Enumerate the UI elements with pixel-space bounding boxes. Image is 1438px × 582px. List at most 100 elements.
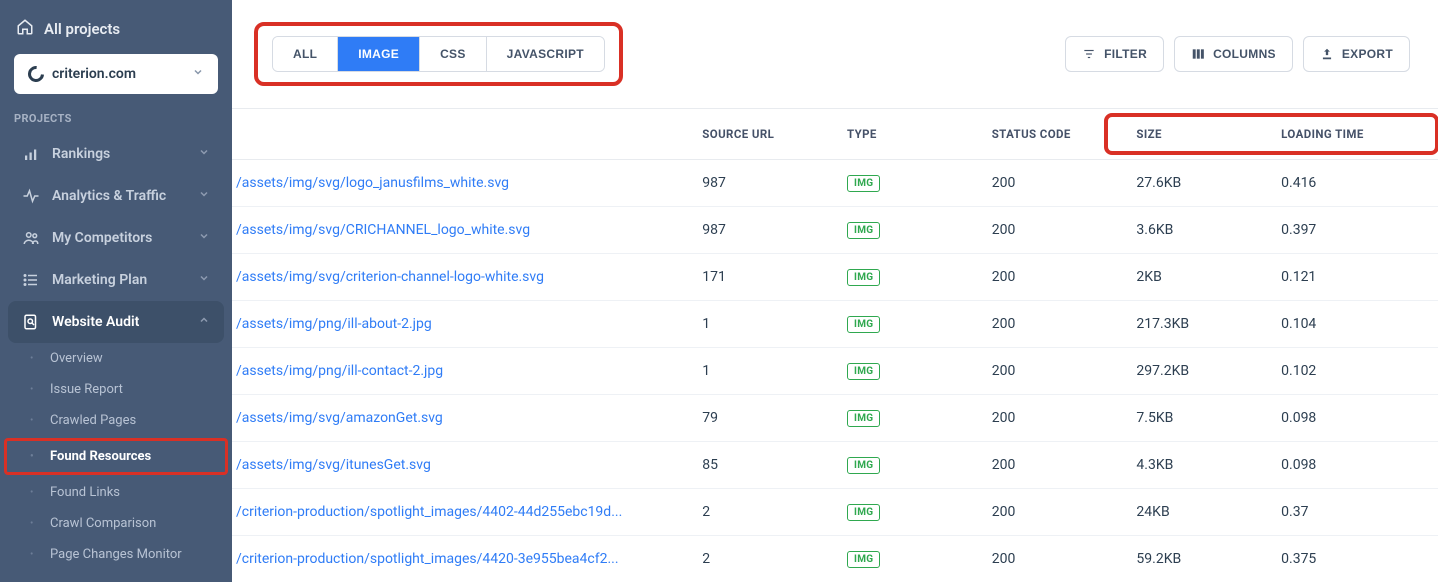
sidebar-item-label: Rankings: [52, 146, 110, 162]
people-icon: [22, 229, 40, 247]
chevron-down-icon: [198, 188, 210, 204]
cell-source-url: 85: [690, 442, 835, 489]
cell-source-url: 171: [690, 254, 835, 301]
cell-loading-time: 0.37: [1269, 489, 1438, 536]
type-badge: IMG: [847, 457, 880, 474]
bars-icon: [22, 145, 40, 163]
cell-loading-time: 0.102: [1269, 348, 1438, 395]
cell-size: 3.6KB: [1124, 207, 1269, 254]
col-source-url[interactable]: SOURCE URL: [690, 109, 835, 160]
cell-loading-time: 0.104: [1269, 301, 1438, 348]
cell-loading-time: 0.375: [1269, 536, 1438, 582]
resource-link[interactable]: /criterion-production/spotlight_images/4…: [236, 551, 619, 567]
sidebar-subitem-found-resources[interactable]: Found Resources: [7, 441, 225, 472]
cell-status: 200: [980, 160, 1125, 207]
sidebar-subitem-found-links[interactable]: Found Links: [0, 477, 232, 508]
table-row[interactable]: /assets/img/svg/logo_janusfilms_white.sv…: [232, 160, 1438, 207]
table-container[interactable]: SOURCE URL TYPE STATUS CODE SIZE LOADING…: [232, 109, 1438, 582]
chevron-down-icon: [198, 146, 210, 162]
table-row[interactable]: /assets/img/png/ill-about-2.jpg1IMG20021…: [232, 301, 1438, 348]
type-badge: IMG: [847, 222, 880, 239]
type-badge: IMG: [847, 175, 880, 192]
main-content: ALLIMAGECSSJAVASCRIPT FILTER COLUMNS: [232, 0, 1438, 582]
col-loading-time[interactable]: LOADING TIME: [1269, 109, 1438, 160]
resource-link[interactable]: /assets/img/png/ill-contact-2.jpg: [236, 363, 443, 379]
sidebar-item-analytics-traffic[interactable]: Analytics & Traffic: [8, 175, 224, 217]
sidebar-item-my-competitors[interactable]: My Competitors: [8, 217, 224, 259]
resource-link[interactable]: /assets/img/svg/itunesGet.svg: [236, 457, 431, 473]
table-row[interactable]: /criterion-production/spotlight_images/4…: [232, 489, 1438, 536]
export-button[interactable]: EXPORT: [1303, 36, 1410, 72]
filter-label: FILTER: [1104, 47, 1147, 61]
cell-size: 4.3KB: [1124, 442, 1269, 489]
cell-size: 24KB: [1124, 489, 1269, 536]
resource-link[interactable]: /assets/img/svg/criterion-channel-logo-w…: [236, 269, 544, 285]
project-name: criterion.com: [52, 66, 136, 82]
resource-link[interactable]: /assets/img/png/ill-about-2.jpg: [236, 316, 432, 332]
cell-source-url: 79: [690, 395, 835, 442]
cell-status: 200: [980, 536, 1125, 582]
table-row[interactable]: /assets/img/svg/amazonGet.svg79IMG2007.5…: [232, 395, 1438, 442]
table-row[interactable]: /assets/img/png/ill-contact-2.jpg1IMG200…: [232, 348, 1438, 395]
sidebar-item-label: Analytics & Traffic: [52, 188, 166, 204]
cell-status: 200: [980, 207, 1125, 254]
list-icon: [22, 271, 40, 289]
cell-resource: /assets/img/png/ill-contact-2.jpg: [232, 348, 690, 395]
cell-loading-time: 0.098: [1269, 442, 1438, 489]
sidebar-item-rankings[interactable]: Rankings: [8, 133, 224, 175]
cell-source-url: 2: [690, 536, 835, 582]
all-projects-link[interactable]: All projects: [0, 12, 232, 54]
cell-size: 2KB: [1124, 254, 1269, 301]
search-page-icon: [22, 313, 40, 331]
table-row[interactable]: /assets/img/svg/criterion-channel-logo-w…: [232, 254, 1438, 301]
sidebar-subitem-crawl-comparison[interactable]: Crawl Comparison: [0, 508, 232, 539]
sidebar: All projects criterion.com PROJECTS Rank…: [0, 0, 232, 582]
cell-size: 7.5KB: [1124, 395, 1269, 442]
col-type[interactable]: TYPE: [835, 109, 980, 160]
cell-size: 27.6KB: [1124, 160, 1269, 207]
table-row[interactable]: /assets/img/svg/itunesGet.svg85IMG2004.3…: [232, 442, 1438, 489]
cell-status: 200: [980, 395, 1125, 442]
type-badge: IMG: [847, 504, 880, 521]
project-logo-icon: [25, 63, 48, 86]
filter-button[interactable]: FILTER: [1065, 36, 1164, 72]
cell-resource: /assets/img/svg/logo_janusfilms_white.sv…: [232, 160, 690, 207]
tab-javascript[interactable]: JAVASCRIPT: [487, 37, 604, 71]
cell-type: IMG: [835, 442, 980, 489]
sidebar-item-marketing-plan[interactable]: Marketing Plan: [8, 259, 224, 301]
cell-source-url: 987: [690, 207, 835, 254]
col-size[interactable]: SIZE: [1124, 109, 1269, 160]
tab-all[interactable]: ALL: [273, 37, 338, 71]
project-selector[interactable]: criterion.com: [14, 54, 218, 94]
sidebar-item-label: My Competitors: [52, 230, 152, 246]
resource-link[interactable]: /assets/img/svg/CRICHANNEL_logo_white.sv…: [236, 222, 530, 238]
cell-source-url: 1: [690, 348, 835, 395]
projects-section-label: PROJECTS: [0, 112, 232, 133]
sidebar-subitem-crawled-pages[interactable]: Crawled Pages: [0, 405, 232, 436]
tab-image[interactable]: IMAGE: [338, 37, 420, 71]
sidebar-subitem-overview[interactable]: Overview: [0, 343, 232, 374]
sidebar-subitem-issue-report[interactable]: Issue Report: [0, 374, 232, 405]
cell-resource: /criterion-production/spotlight_images/4…: [232, 489, 690, 536]
cell-type: IMG: [835, 207, 980, 254]
col-status-code[interactable]: STATUS CODE: [980, 109, 1125, 160]
col-resource[interactable]: [232, 109, 690, 160]
tab-css[interactable]: CSS: [420, 37, 487, 71]
cell-size: 217.3KB: [1124, 301, 1269, 348]
resources-table: SOURCE URL TYPE STATUS CODE SIZE LOADING…: [232, 109, 1438, 582]
sidebar-item-label: Marketing Plan: [52, 272, 147, 288]
resource-link[interactable]: /assets/img/svg/amazonGet.svg: [236, 410, 443, 426]
columns-button[interactable]: COLUMNS: [1174, 36, 1293, 72]
resource-link[interactable]: /criterion-production/spotlight_images/4…: [236, 504, 622, 520]
type-badge: IMG: [847, 269, 880, 286]
cell-source-url: 2: [690, 489, 835, 536]
sidebar-subitem-page-changes-monitor[interactable]: Page Changes Monitor: [0, 539, 232, 570]
cell-type: IMG: [835, 301, 980, 348]
resource-link[interactable]: /assets/img/svg/logo_janusfilms_white.sv…: [236, 175, 509, 191]
type-badge: IMG: [847, 363, 880, 380]
cell-status: 200: [980, 254, 1125, 301]
cell-resource: /assets/img/svg/itunesGet.svg: [232, 442, 690, 489]
table-row[interactable]: /assets/img/svg/CRICHANNEL_logo_white.sv…: [232, 207, 1438, 254]
sidebar-item-website-audit[interactable]: Website Audit: [8, 301, 224, 343]
table-row[interactable]: /criterion-production/spotlight_images/4…: [232, 536, 1438, 582]
